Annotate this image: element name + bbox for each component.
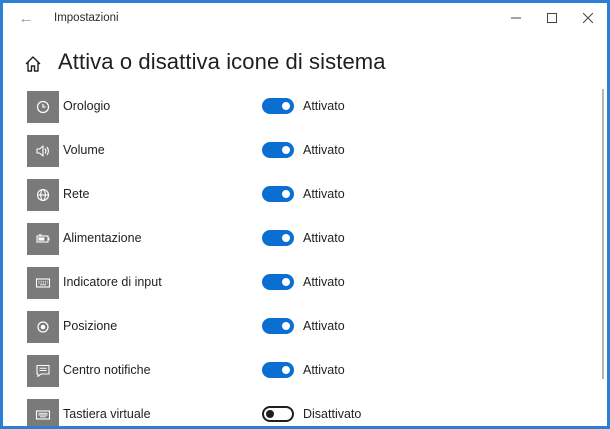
setting-label: Tastiera virtuale	[63, 407, 151, 421]
toggle-switch[interactable]	[262, 230, 294, 246]
setting-label: Posizione	[63, 319, 118, 333]
notification-center-icon	[27, 355, 59, 387]
toggle-knob	[282, 366, 290, 374]
toggle-state-label: Attivato	[303, 143, 345, 157]
keyboard-icon	[27, 267, 59, 299]
back-arrow-icon[interactable]: ←	[15, 9, 37, 29]
toggle-state-label: Attivato	[303, 363, 345, 377]
toggle-switch[interactable]	[262, 186, 294, 202]
toggle-knob	[282, 102, 290, 110]
toggle-state-label: Attivato	[303, 99, 345, 113]
scrollbar[interactable]	[602, 89, 604, 379]
setting-label: Centro notifiche	[63, 363, 151, 377]
volume-icon	[27, 135, 59, 167]
setting-row-volume: Volume Attivato	[3, 135, 607, 167]
toggle-switch[interactable]	[262, 318, 294, 334]
setting-row-indicatore-input: Indicatore di input Attivato	[3, 267, 607, 299]
setting-row-tastiera-virtuale: Tastiera virtuale Disattivato	[3, 399, 607, 426]
network-globe-icon	[27, 179, 59, 211]
touch-keyboard-icon	[27, 399, 59, 426]
page-header: Attiva o disattiva icone di sistema	[3, 45, 607, 83]
toggle-switch[interactable]	[262, 98, 294, 114]
toggle-state-label: Disattivato	[303, 407, 362, 421]
toggle-knob	[282, 278, 290, 286]
setting-label: Indicatore di input	[63, 275, 162, 289]
toggle-knob	[282, 234, 290, 242]
page-title: Attiva o disattiva icone di sistema	[58, 49, 386, 74]
toggle-switch[interactable]	[262, 274, 294, 290]
toggle-state-label: Attivato	[303, 231, 345, 245]
minimize-button[interactable]	[498, 3, 534, 33]
toggle-knob	[266, 410, 274, 418]
toggle-knob	[282, 146, 290, 154]
toggle-state-label: Attivato	[303, 275, 345, 289]
setting-row-alimentazione: Alimentazione Attivato	[3, 223, 607, 255]
toggle-switch[interactable]	[262, 406, 294, 422]
setting-label: Rete	[63, 187, 90, 201]
location-icon	[27, 311, 59, 343]
toggle-switch[interactable]	[262, 362, 294, 378]
toggle-knob	[282, 322, 290, 330]
window-title: Impostazioni	[54, 12, 119, 24]
home-icon[interactable]	[24, 55, 42, 73]
setting-row-posizione: Posizione Attivato	[3, 311, 607, 343]
title-bar: ← Impostazioni	[3, 3, 607, 35]
setting-row-orologio: Orologio Attivato	[3, 91, 607, 123]
toggle-knob	[282, 190, 290, 198]
toggle-state-label: Attivato	[303, 319, 345, 333]
setting-label: Orologio	[63, 99, 111, 113]
toggle-switch[interactable]	[262, 142, 294, 158]
setting-row-centro-notifiche: Centro notifiche Attivato	[3, 355, 607, 387]
clock-icon	[27, 91, 59, 123]
settings-window: ← Impostazioni Attiva o disattiva icone …	[3, 3, 607, 426]
battery-icon	[27, 223, 59, 255]
toggle-state-label: Attivato	[303, 187, 345, 201]
setting-label: Alimentazione	[63, 231, 142, 245]
setting-label: Volume	[63, 143, 105, 157]
setting-row-rete: Rete Attivato	[3, 179, 607, 211]
maximize-button[interactable]	[534, 3, 570, 33]
close-button[interactable]	[570, 3, 606, 33]
